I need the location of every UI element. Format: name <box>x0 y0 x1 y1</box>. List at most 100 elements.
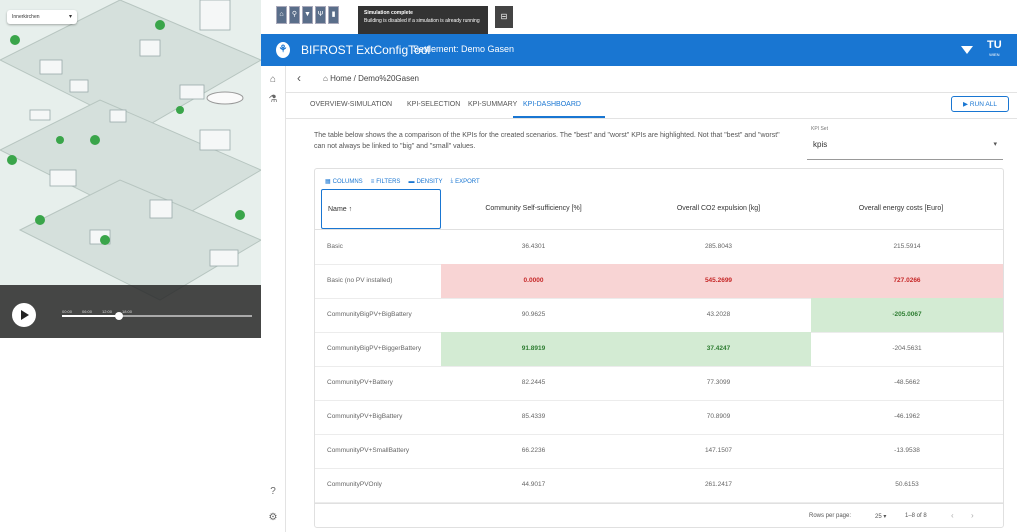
row-name-cell: CommunityPV+Battery <box>327 379 393 386</box>
tool-button[interactable]: ▼ <box>302 6 313 24</box>
columns-label: COLUMNS <box>332 178 363 185</box>
kpi-value-cell: 37.4247 <box>626 332 811 366</box>
kpi-value-cell: 36.4301 <box>521 243 546 250</box>
time-label: 12:00 <box>102 309 113 314</box>
run-all-button[interactable]: ▶ RUN ALL <box>951 96 1009 112</box>
tab-kpi-selection[interactable]: KPI-SELECTION <box>407 101 460 108</box>
kpi-value-cell: 147.1507 <box>704 447 733 454</box>
grid-header: Name ↑ Community Self-sufficiency [%] Ov… <box>315 189 1003 230</box>
tool-button[interactable]: ⚲ <box>289 6 300 24</box>
kpi-value-cell: 91.8919 <box>441 332 626 366</box>
table-row[interactable]: CommunityBigPV+BiggerBattery 91.8919 37.42… <box>315 332 1003 367</box>
settlement-label: Settlement: Demo Gasen <box>413 44 515 54</box>
tab-kpi-dashboard[interactable]: KPI-DASHBOARD <box>523 101 581 108</box>
kpi-value-cell: -204.5631 <box>892 345 922 352</box>
simulation-toast: Simulation complete Building is disabled… <box>358 6 488 34</box>
app-logo-icon: ⚘ <box>276 42 290 58</box>
timeline-handle[interactable] <box>115 312 123 320</box>
kpi-value-cell: 50.6153 <box>895 481 919 488</box>
column-header-energy-costs[interactable]: Overall energy costs [Euro] <box>811 189 991 229</box>
kpi-set-select[interactable]: KPI Set kpis ▾ <box>807 126 1003 160</box>
simulation-player: 00:00 06:00 12:00 18:00 <box>0 285 261 338</box>
left-nav: ⌂ ⚗ ? ⚙ <box>261 66 286 532</box>
breadcrumb-text[interactable]: Home / Demo%20Gasen <box>330 74 419 83</box>
help-icon[interactable]: ? <box>267 486 279 498</box>
region-select-value: Innerkirchen <box>12 14 40 20</box>
toast-action-button[interactable]: ⊟ <box>495 6 513 28</box>
density-button[interactable]: ▬ DENSITY <box>408 178 442 185</box>
timeline-progress <box>62 315 119 317</box>
kpi-value-cell: -13.9538 <box>894 447 920 454</box>
kpi-value-cell: 82.2445 <box>521 379 546 386</box>
table-row[interactable]: Basic 36.4301 285.8043 215.5914 <box>315 230 1003 265</box>
tool-button[interactable]: ⌂ <box>276 6 287 24</box>
time-label: 00:00 <box>62 309 73 314</box>
kpi-value-cell: -48.5662 <box>894 379 920 386</box>
tool-button[interactable]: Ψ <box>315 6 326 24</box>
chevron-down-icon: ▾ <box>993 141 997 148</box>
filter-icon: ≡ <box>370 178 375 185</box>
table-row[interactable]: CommunityBigPV+BigBattery 90.9625 43.2028 -… <box>315 298 1003 333</box>
table-row[interactable]: Basic (no PV installed) 0.0000 545.2699 727… <box>315 264 1003 299</box>
tab-overview-simulation[interactable]: OVERVIEW-SIMULATION <box>310 101 392 108</box>
kpi-set-label: KPI Set <box>811 126 828 132</box>
flask-icon[interactable]: ⚗ <box>267 94 279 106</box>
rows-per-page-label: Rows per page: <box>809 513 852 519</box>
grid-toolbar: ▦ COLUMNS ≡ FILTERS ▬ DENSITY ⤓ EXPORT <box>325 178 480 185</box>
next-page-icon[interactable]: › <box>971 511 974 520</box>
tool-button[interactable]: ▮ <box>328 6 339 24</box>
row-name-cell: Basic (no PV installed) <box>327 277 393 284</box>
chevron-down-icon: ▾ <box>68 14 72 20</box>
column-header-co2[interactable]: Overall CO2 expulsion [kg] <box>626 189 811 229</box>
home-icon[interactable]: ⌂ <box>267 74 279 86</box>
kpi-value-cell: 727.0266 <box>811 264 1003 298</box>
breadcrumb: ⌂ Home / Demo%20Gasen <box>323 74 419 83</box>
kpi-value-cell: 0.0000 <box>441 264 626 298</box>
city-simulation-view[interactable]: Innerkirchen ▾ 00:00 06:00 12:00 18:00 <box>0 0 261 338</box>
row-name-cell: CommunityPV+SmallBattery <box>327 447 410 454</box>
row-name-cell: CommunityPVOnly <box>327 481 382 488</box>
table-row[interactable]: CommunityPV+BigBattery 85.4339 70.8909 -46.… <box>315 400 1003 435</box>
gear-icon[interactable]: ⚙ <box>267 512 279 524</box>
filters-label: FILTERS <box>376 178 401 185</box>
kpi-value-cell: 70.8909 <box>706 413 731 420</box>
simulation-timeline-slider[interactable] <box>62 312 252 320</box>
density-icon: ▬ <box>408 178 415 185</box>
wifi-icon[interactable] <box>961 46 973 54</box>
toast-message: Building is disabled if a simulation is … <box>364 18 480 24</box>
column-header-name[interactable]: Name ↑ <box>321 189 441 229</box>
row-name-cell: CommunityPV+BigBattery <box>327 413 403 420</box>
simulation-toolbar: ⌂ ⚲ ▼ Ψ ▮ <box>276 6 339 28</box>
table-row[interactable]: CommunityPV+Battery 82.2445 77.3099 -48.566… <box>315 366 1003 401</box>
columns-button[interactable]: ▦ COLUMNS <box>325 178 363 186</box>
table-row[interactable]: CommunityPV+SmallBattery 66.2236 147.1507 -… <box>315 434 1003 469</box>
download-icon: ⤓ <box>450 178 454 184</box>
previous-page-icon[interactable]: ‹ <box>951 511 954 520</box>
column-header-self-sufficiency[interactable]: Community Self-sufficiency [%] <box>441 189 626 229</box>
export-button[interactable]: ⤓ EXPORT <box>450 178 479 185</box>
table-row[interactable]: CommunityPVOnly 44.9017 261.2417 50.6153 <box>315 468 1003 503</box>
app-bar: ⚘ BIFROST ExtConfigTool Settlement: Demo… <box>261 34 1017 66</box>
kpi-data-grid: ▦ COLUMNS ≡ FILTERS ▬ DENSITY ⤓ EXPORT Name … <box>314 168 1004 528</box>
kpi-value-cell: 43.2028 <box>706 311 731 318</box>
region-select[interactable]: Innerkirchen ▾ <box>7 10 77 24</box>
columns-icon: ▦ <box>325 179 331 185</box>
app-title: BIFROST ExtConfigTool <box>301 43 431 57</box>
description-text: The table below shows the a comparison o… <box>314 132 780 150</box>
pagination-range: 1–8 of 8 <box>905 513 927 519</box>
grid-footer: Rows per page: 25 ▾ 1–8 of 8 ‹ › <box>315 503 1003 527</box>
back-chevron-icon[interactable]: ‹ <box>297 71 301 85</box>
time-label: 18:00 <box>122 309 133 314</box>
tab-kpi-summary[interactable]: KPI-SUMMARY <box>468 101 517 108</box>
kpi-value-cell: 90.9625 <box>521 311 546 318</box>
filters-button[interactable]: ≡ FILTERS <box>371 178 401 185</box>
rows-per-page-select[interactable]: 25 ▾ <box>875 513 886 520</box>
run-all-label: RUN ALL <box>969 101 997 108</box>
time-label: 06:00 <box>82 309 93 314</box>
row-name-cell: Basic <box>327 243 343 250</box>
play-button[interactable] <box>12 303 36 327</box>
row-name-cell: CommunityBigPV+BigBattery <box>327 311 412 318</box>
kpi-value-cell: 85.4339 <box>521 413 546 420</box>
kpi-value-cell: 66.2236 <box>521 447 546 454</box>
kpi-set-value: kpis <box>813 140 828 149</box>
